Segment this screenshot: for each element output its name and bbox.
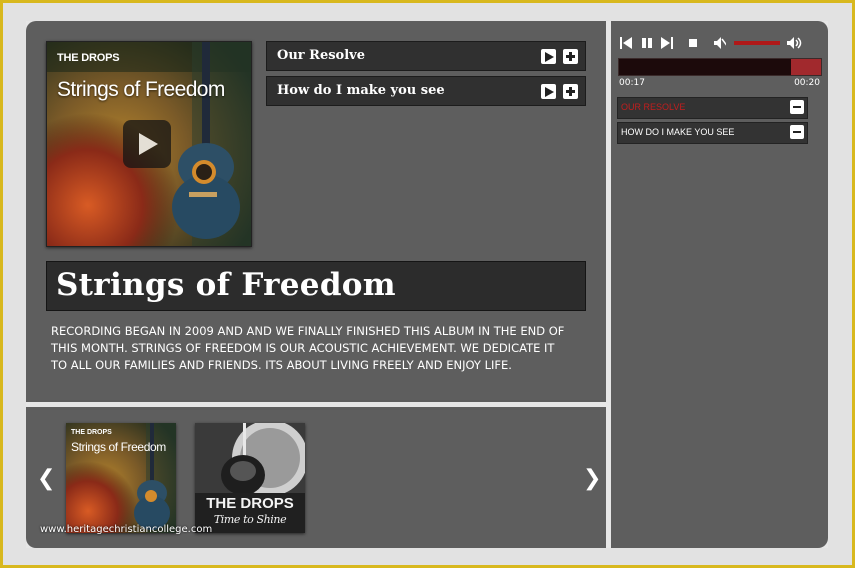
- album-description: RECORDING BEGAN IN 2009 AND AND WE FINAL…: [51, 324, 565, 372]
- playlist-item[interactable]: HOW DO I MAKE YOU SEE: [617, 122, 808, 144]
- stop-icon[interactable]: [687, 37, 699, 49]
- seek-bar-fill: [790, 59, 821, 75]
- play-icon: [139, 133, 158, 155]
- volume-slider[interactable]: [734, 41, 780, 45]
- music-player-widget: THE DROPS Strings of Freedom Our Resolve…: [26, 21, 828, 548]
- track-name: How do I make you see: [277, 83, 445, 98]
- thumbnail-band: THE DROPS: [71, 429, 112, 436]
- cover-album-title: Strings of Freedom: [57, 78, 225, 101]
- seek-bar[interactable]: [618, 58, 822, 76]
- thumbnail-title: Strings of Freedom: [71, 440, 166, 454]
- prev-icon[interactable]: [620, 37, 632, 49]
- carousel-next-button[interactable]: ❯: [583, 466, 601, 491]
- playlist-item[interactable]: OUR RESOLVE: [617, 97, 808, 119]
- playlist-item-name: HOW DO I MAKE YOU SEE: [621, 127, 735, 137]
- playlist-remove-button[interactable]: [790, 125, 804, 139]
- volume-icon[interactable]: [787, 37, 803, 49]
- album-details-panel: THE DROPS Strings of Freedom Our Resolve…: [26, 21, 606, 402]
- next-icon[interactable]: [661, 37, 673, 49]
- carousel-prev-button[interactable]: ❮: [37, 466, 55, 491]
- track-row[interactable]: Our Resolve: [266, 41, 586, 71]
- cover-band-name: THE DROPS: [57, 52, 120, 64]
- album-title: Strings of Freedom: [56, 267, 396, 303]
- pause-icon[interactable]: [641, 37, 653, 49]
- minus-icon: [793, 106, 801, 108]
- track-play-button[interactable]: [541, 49, 556, 64]
- playlist-remove-button[interactable]: [790, 100, 804, 114]
- watermark-text: www.heritagechristiancollege.com: [40, 524, 213, 535]
- chevron-left-icon: ❮: [37, 466, 56, 491]
- playlist-item-name: OUR RESOLVE: [621, 102, 686, 112]
- album-play-button[interactable]: [123, 120, 171, 168]
- album-thumbnail[interactable]: THE DROPS Strings of Freedom: [66, 423, 176, 533]
- track-name: Our Resolve: [277, 48, 365, 63]
- track-play-button[interactable]: [541, 84, 556, 99]
- album-carousel: ❮ THE DROPS Strings of Freedom THE DROPS…: [26, 407, 606, 548]
- mute-icon[interactable]: [714, 37, 726, 49]
- current-time: 00:17: [619, 78, 645, 88]
- album-cover: THE DROPS Strings of Freedom: [46, 41, 252, 247]
- play-icon: [545, 52, 554, 62]
- play-icon: [545, 87, 554, 97]
- track-add-button[interactable]: [563, 49, 578, 64]
- chevron-right-icon: ❯: [583, 466, 602, 491]
- track-add-button[interactable]: [563, 84, 578, 99]
- track-row[interactable]: How do I make you see: [266, 76, 586, 106]
- total-time: 00:20: [794, 78, 820, 88]
- audio-player-panel: 00:17 00:20 OUR RESOLVE HOW DO I MAKE YO…: [611, 21, 828, 548]
- album-thumbnail[interactable]: THE DROPS Time to Shine: [195, 423, 305, 533]
- thumbnail-band: THE DROPS: [206, 495, 294, 512]
- album-title-box: Strings of Freedom: [46, 261, 586, 311]
- minus-icon: [793, 131, 801, 133]
